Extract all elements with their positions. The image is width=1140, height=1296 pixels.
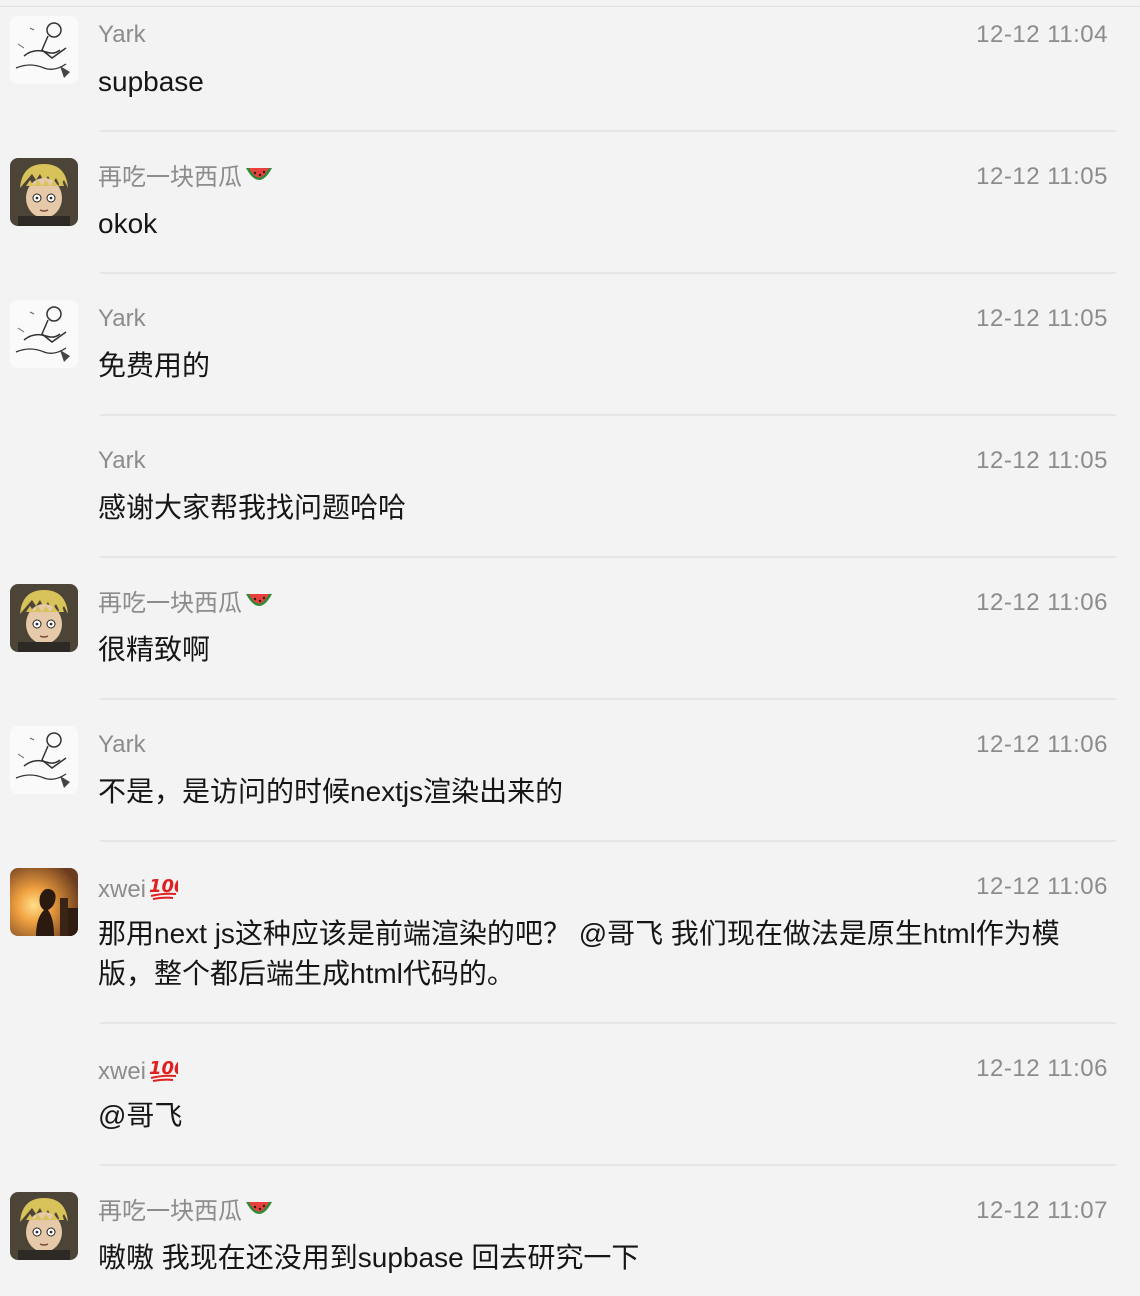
sender-name[interactable]: Yark: [98, 446, 146, 476]
sketch-avatar-icon[interactable]: [10, 300, 78, 368]
message-timestamp: 12-12 11:07: [976, 1197, 1108, 1224]
message-divider: [100, 130, 1116, 132]
watermelon-icon: [244, 588, 274, 622]
message-text: 免费用的: [98, 350, 211, 381]
message-divider: [100, 840, 1116, 842]
sender-name[interactable]: Yark: [98, 20, 146, 50]
message-text: 不是，是访问的时候nextjs渲染出来的: [98, 776, 564, 807]
message-timestamp: 12-12 11:06: [976, 1055, 1108, 1082]
watermelon-icon: [244, 162, 274, 196]
message-text: okok: [98, 208, 158, 239]
message-divider: [100, 1022, 1116, 1024]
hundred-points-icon: 100: [148, 872, 187, 908]
message-divider: [100, 556, 1116, 558]
message-text: supbase: [98, 66, 204, 97]
message-timestamp: 12-12 11:06: [976, 873, 1108, 900]
blond-boy-avatar-icon[interactable]: [10, 584, 78, 652]
message-timestamp: 12-12 11:05: [976, 305, 1108, 332]
sender-name[interactable]: 再吃一块西瓜: [98, 162, 274, 196]
sketch-avatar-icon[interactable]: [10, 16, 78, 84]
message-divider: [100, 272, 1116, 274]
blond-boy-avatar-icon[interactable]: [10, 158, 78, 226]
message-timestamp: 12-12 11:06: [976, 731, 1108, 758]
sender-name[interactable]: xwei100: [98, 1054, 187, 1090]
top-divider: [0, 6, 1140, 7]
message-text: 感谢大家帮我找问题哈哈: [98, 492, 407, 523]
message-timestamp: 12-12 11:06: [976, 589, 1108, 616]
sender-name[interactable]: Yark: [98, 730, 146, 760]
hundred-points-icon: 100: [148, 1054, 187, 1090]
sunset-avatar-icon[interactable]: [10, 868, 78, 936]
watermelon-icon: [244, 1196, 274, 1230]
blond-boy-avatar-icon[interactable]: [10, 1192, 78, 1260]
message-timestamp: 12-12 11:05: [976, 163, 1108, 190]
message-text: 那用next js这种应该是前端渲染的吧？ @哥飞 我们现在做法是原生html作…: [98, 918, 1060, 989]
sender-name[interactable]: 再吃一块西瓜: [98, 1196, 274, 1230]
message-text: @哥飞: [98, 1100, 183, 1131]
sender-name[interactable]: 再吃一块西瓜: [98, 588, 274, 622]
message-divider: [100, 414, 1116, 416]
message-text: 嗷嗷 我现在还没用到supbase 回去研究一下: [98, 1242, 640, 1273]
message-timestamp: 12-12 11:04: [976, 21, 1108, 48]
sketch-avatar-icon[interactable]: [10, 726, 78, 794]
message-text: 很精致啊: [98, 634, 211, 665]
message-divider: [100, 1164, 1116, 1166]
sender-name[interactable]: xwei100: [98, 872, 187, 908]
sender-name[interactable]: Yark: [98, 304, 146, 334]
message-divider: [100, 698, 1116, 700]
message-timestamp: 12-12 11:05: [976, 447, 1108, 474]
